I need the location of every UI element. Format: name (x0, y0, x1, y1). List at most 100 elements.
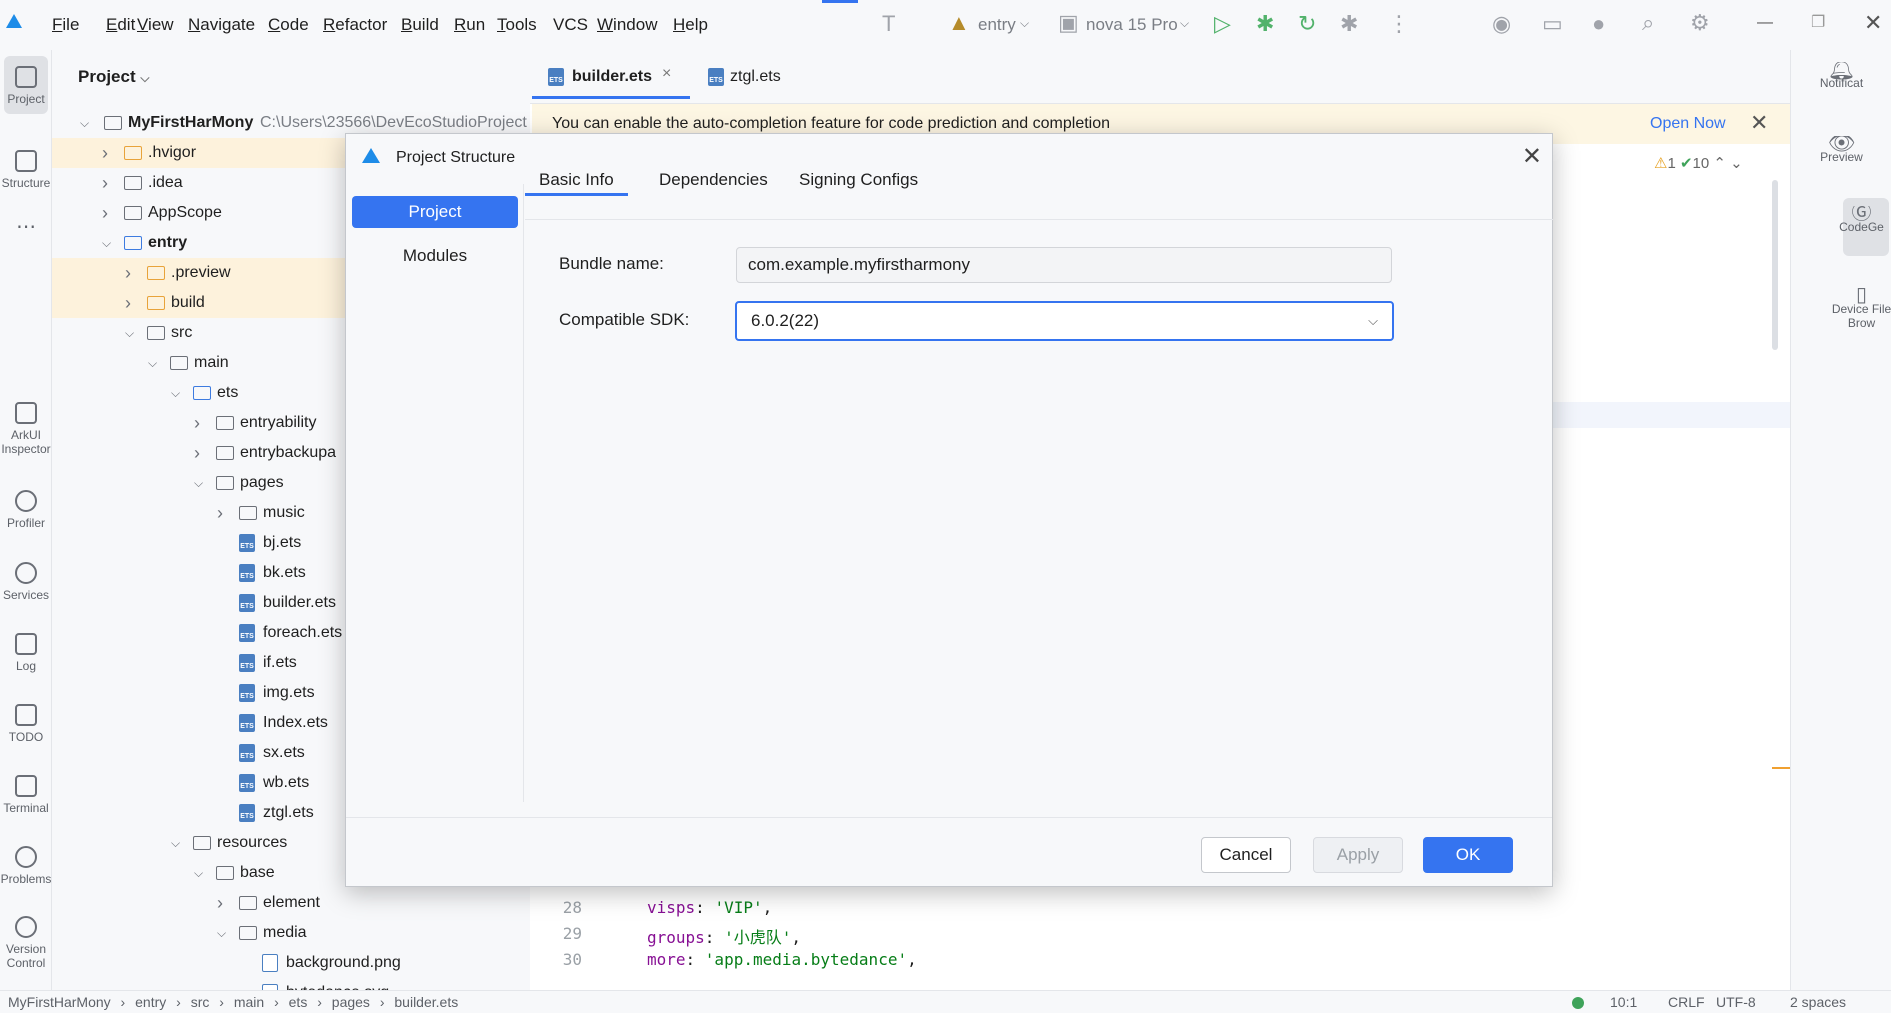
close-tab-icon[interactable]: × (662, 65, 671, 83)
todo-button[interactable]: TODO (0, 704, 52, 744)
close-banner-icon[interactable]: ✕ (1750, 110, 1768, 136)
bug-icon[interactable]: ✱ (1340, 13, 1358, 35)
menu-view[interactable]: View (137, 15, 174, 35)
breadcrumb-item[interactable]: pages (332, 994, 370, 1010)
project-view-selector[interactable]: Project ⌵ (78, 67, 149, 87)
menu-edit[interactable]: Edit (106, 15, 135, 35)
cancel-button[interactable]: Cancel (1201, 837, 1291, 873)
more-tools-button[interactable]: ⋯ (0, 217, 52, 237)
notifications-button[interactable]: 🔔︎ Notificat (1791, 62, 1891, 90)
close-dialog-icon[interactable]: ✕ (1522, 142, 1542, 171)
tree-row[interactable]: › element (52, 888, 530, 918)
menu-refactor[interactable]: Refactor (323, 15, 387, 35)
settings-icon[interactable]: ⚙ (1690, 12, 1710, 34)
chevron-down-icon[interactable]: ⌵ (194, 468, 203, 498)
debug-icon[interactable]: ✱ (1256, 13, 1274, 35)
device-manager-icon[interactable]: ◉ (1492, 13, 1511, 35)
device-select[interactable]: nova 15 Pro (1086, 15, 1178, 35)
chevron-right-icon[interactable]: › (125, 288, 131, 318)
chevron-down-icon[interactable]: ⌵ (194, 858, 203, 888)
file-encoding[interactable]: UTF-8 (1716, 994, 1756, 1010)
line-number: 30 (562, 950, 582, 969)
menu-tools[interactable]: Tools (497, 15, 537, 35)
tree-row[interactable]: ⌵ media (52, 918, 530, 948)
run-icon[interactable]: ▷ (1214, 13, 1231, 35)
arkui-inspector-button[interactable]: ArkUI Inspector (0, 402, 52, 456)
menu-window[interactable]: Window (597, 15, 657, 35)
tree-label: AppScope (148, 204, 222, 221)
folder-icon[interactable]: ▭ (1542, 13, 1563, 35)
breadcrumb-item[interactable]: entry (135, 994, 166, 1010)
version-control-button[interactable]: Version Control (0, 916, 52, 970)
caret-position[interactable]: 10:1 (1610, 994, 1637, 1010)
chevron-right-icon[interactable]: › (102, 138, 108, 168)
tree-label: sx.ets (263, 744, 305, 761)
tab-basic-info[interactable]: Basic Info (525, 164, 628, 196)
menu-help[interactable]: Help (673, 15, 708, 35)
chevron-down-icon[interactable]: ⌵ (125, 318, 134, 348)
breadcrumb-item[interactable]: MyFirstHarMony (8, 994, 111, 1010)
bundle-name-field[interactable]: com.example.myfirstharmony (736, 247, 1392, 283)
chevron-down-icon[interactable]: ⌵ (171, 378, 180, 408)
tree-label: foreach.ets (263, 624, 343, 641)
menu-vcs[interactable]: VCS (553, 15, 588, 35)
chevron-right-icon[interactable]: › (194, 438, 200, 468)
tab-ztgl-ets[interactable]: ztgl.ets (730, 68, 781, 86)
warning-count[interactable]: ⚠1 ✔10 ⌃ ⌄ (1654, 154, 1743, 172)
minimize-button[interactable]: — (1757, 14, 1773, 32)
account-icon[interactable]: ● (1592, 13, 1605, 35)
menu-run[interactable]: Run (454, 15, 485, 35)
tree-row[interactable]: background.png (52, 948, 530, 978)
chevron-down-icon[interactable]: ⌵ (102, 228, 111, 258)
line-separator[interactable]: CRLF (1668, 994, 1705, 1010)
nav-item-project[interactable]: Project (352, 196, 518, 228)
chevron-down-icon[interactable]: ⌵ (217, 918, 226, 948)
terminal-button[interactable]: Terminal (0, 775, 52, 815)
problems-button[interactable]: Problems (0, 846, 52, 886)
tree-label: resources (217, 834, 288, 851)
chevron-right-icon[interactable]: › (217, 498, 223, 528)
tree-label: entry (148, 234, 188, 251)
project-tool-button[interactable]: Project (0, 66, 52, 106)
close-window-button[interactable]: ✕ (1864, 10, 1882, 36)
chevron-right-icon[interactable]: › (194, 408, 200, 438)
open-now-link[interactable]: Open Now (1650, 115, 1726, 133)
reload-icon[interactable]: ↻ (1298, 13, 1316, 35)
folder-icon (124, 236, 142, 250)
tab-builder-ets[interactable]: builder.ets (572, 68, 652, 86)
codegenie-button[interactable]: Ⓖ CodeGe (1831, 206, 1891, 234)
chevron-down-icon[interactable]: ⌵ (171, 828, 180, 858)
more-vertical-icon[interactable]: ⋮ (1388, 13, 1410, 35)
tab-signing-configs[interactable]: Signing Configs (785, 164, 932, 196)
menu-code[interactable]: Code (268, 15, 309, 35)
maximize-button[interactable]: ❐ (1811, 12, 1825, 32)
indent-setting[interactable]: 2 spaces (1790, 994, 1846, 1010)
breadcrumb-item[interactable]: ets (289, 994, 308, 1010)
chevron-right-icon[interactable]: › (102, 198, 108, 228)
menu-file[interactable]: File (52, 15, 79, 35)
run-config-select[interactable]: entry (978, 15, 1016, 35)
chevron-right-icon[interactable]: › (125, 258, 131, 288)
menu-build[interactable]: Build (401, 15, 439, 35)
device-file-browser-button[interactable]: ▯ Device File Brow (1831, 288, 1891, 330)
breadcrumb-item[interactable]: src (191, 994, 210, 1010)
breadcrumb-item[interactable]: builder.ets (394, 994, 458, 1010)
breadcrumb-item[interactable]: main (234, 994, 264, 1010)
chevron-right-icon[interactable]: › (102, 168, 108, 198)
nav-item-modules[interactable]: Modules (352, 240, 518, 272)
text-icon[interactable]: T (882, 13, 895, 35)
services-button[interactable]: Services (0, 562, 52, 602)
search-icon[interactable]: ⌕ (1642, 12, 1654, 34)
breadcrumb-separator: › (172, 994, 185, 1010)
tab-dependencies[interactable]: Dependencies (645, 164, 782, 196)
chevron-right-icon[interactable]: › (217, 888, 223, 918)
menu-navigate[interactable]: Navigate (188, 15, 255, 35)
log-button[interactable]: Log (0, 633, 52, 673)
structure-tool-button[interactable]: Structure (0, 150, 52, 190)
apply-button[interactable]: Apply (1313, 837, 1403, 873)
previewer-button[interactable]: 👁︎ Preview (1791, 136, 1891, 164)
chevron-down-icon[interactable]: ⌵ (148, 348, 157, 378)
profiler-button[interactable]: Profiler (0, 490, 52, 530)
ok-button[interactable]: OK (1423, 837, 1513, 873)
compatible-sdk-select[interactable]: 6.0.2(22) ⌵ (735, 301, 1394, 341)
